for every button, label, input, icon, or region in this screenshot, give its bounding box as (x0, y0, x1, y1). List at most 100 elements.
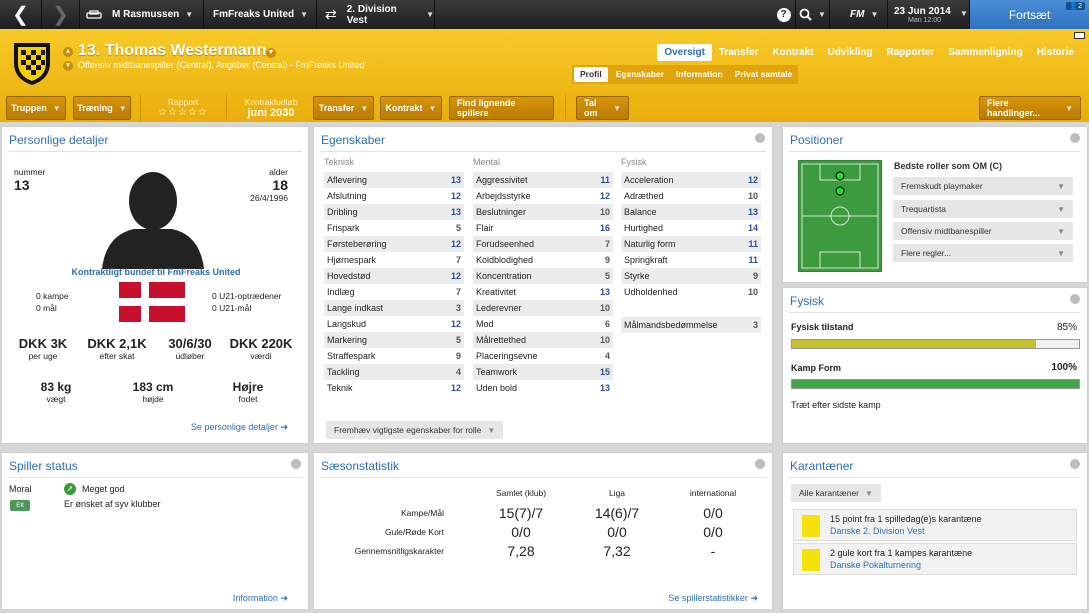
training-button[interactable]: Træning ▼ (73, 96, 131, 120)
more-roles-button[interactable]: Flere regler... ▼ (893, 244, 1073, 262)
panel-options-icon[interactable] (1070, 459, 1080, 469)
wage: DKK 3K per uge (18, 336, 68, 361)
attribute-row[interactable]: Hurtighed 14 (621, 220, 761, 236)
tab-rapporter[interactable]: Rapporter (880, 44, 942, 61)
panel-options-icon[interactable] (1070, 133, 1080, 143)
suspension-item[interactable]: 15 point fra 1 spilledag(e)s karantæne D… (793, 509, 1077, 541)
role-button[interactable]: Fremskudt playmaker ▼ (893, 177, 1073, 195)
attribute-value: 10 (599, 207, 610, 217)
panel-options-icon[interactable] (755, 459, 765, 469)
attribute-row[interactable]: Springkraft 11 (621, 252, 761, 268)
attribute-row[interactable]: Lange indkast 3 (324, 300, 464, 316)
attribute-row[interactable]: Afslutning 12 (324, 188, 464, 204)
contract-button[interactable]: Kontrakt ▼ (380, 96, 442, 120)
attribute-row[interactable]: Teamwork 15 (473, 364, 613, 380)
panel-options-icon[interactable] (291, 459, 301, 469)
attribute-row[interactable]: Førsteberøring 12 (324, 236, 464, 252)
player-stats-link[interactable]: Se spillerstatistikker ➜ (668, 593, 758, 604)
attribute-row[interactable]: Styrke 9 (621, 268, 761, 284)
personal-details-link[interactable]: Se personlige detaljer ➜ (191, 422, 288, 433)
continue-label: Fortsæt (1008, 7, 1051, 22)
tab-sammenligning[interactable]: Sammenligning (941, 44, 1029, 61)
name-dropdown-icon[interactable]: ▼ (266, 48, 276, 58)
stat-row-label: Gennemsnitligskarakter (354, 546, 444, 556)
sub-tabs: Profil Egenskaber Information Privat sam… (572, 65, 799, 84)
attribute-row[interactable]: Frispark 5 (324, 220, 464, 236)
attribute-row[interactable]: Forudseenhed 7 (473, 236, 613, 252)
attribute-row[interactable]: Dribling 13 (324, 204, 464, 220)
attribute-row[interactable]: Hovedstød 12 (324, 268, 464, 284)
back-button[interactable]: ❮ (0, 0, 42, 29)
find-similar-button[interactable]: Find lignende spillere (449, 96, 554, 120)
attribute-row[interactable]: Aflevering 13 (324, 172, 464, 188)
attribute-row[interactable]: Udholdenhed 10 (621, 284, 761, 300)
attribute-row[interactable]: Adræthed 10 (621, 188, 761, 204)
window-icon[interactable] (1074, 32, 1085, 39)
club-menu[interactable]: FmFreaks United ▼ (204, 0, 317, 29)
squad-button[interactable]: Truppen ▼ (6, 96, 66, 120)
suspension-competition[interactable]: Danske Pokalturnering (830, 560, 921, 570)
attribute-name: Koncentration (476, 271, 532, 281)
division-menu[interactable]: ⇄ 2. Division Vest ▼ (317, 0, 435, 29)
attribute-row[interactable]: Mod 6 (473, 316, 613, 332)
attribute-row[interactable]: Lederevner 10 (473, 300, 613, 316)
attribute-row[interactable]: Teknik 12 (324, 380, 464, 396)
attribute-row[interactable]: Flair 16 (473, 220, 613, 236)
player-info-icon[interactable]: ▲ (63, 47, 73, 57)
attribute-row[interactable]: Straffespark 9 (324, 348, 464, 364)
panel-options-icon[interactable] (755, 133, 765, 143)
manager-menu[interactable]: M Rasmussen ▼ (80, 0, 204, 29)
attribute-row[interactable]: Placeringsevne 4 (473, 348, 613, 364)
subtab-privat-samtale[interactable]: Privat samtale (729, 65, 799, 84)
continue-button[interactable]: Fortsæt 👤2 (970, 0, 1089, 29)
role-button[interactable]: Trequartista ▼ (893, 200, 1073, 218)
role-button[interactable]: Offensiv midtbanespiller ▼ (893, 222, 1073, 240)
suspension-item[interactable]: 2 gule kort fra 1 kampes karantæne Dansk… (793, 543, 1077, 575)
attribute-row[interactable]: Langskud 12 (324, 316, 464, 332)
attribute-row[interactable]: Aggressivitet 11 (473, 172, 613, 188)
tab-oversigt[interactable]: Oversigt (657, 44, 712, 61)
attribute-row[interactable]: Beslutninger 10 (473, 204, 613, 220)
tab-kontrakt[interactable]: Kontrakt (765, 44, 820, 61)
contract-status-link[interactable]: Kontraktligt bundet til FmFreaks United (2, 267, 310, 277)
attribute-row[interactable]: Koncentration 5 (473, 268, 613, 284)
information-link[interactable]: Information ➜ (233, 593, 288, 604)
date-display[interactable]: 23 Jun 2014 Man 12:00 (888, 0, 970, 29)
tab-historie[interactable]: Historie (1030, 44, 1081, 61)
highlight-attributes-button[interactable]: Fremhæv vigtigste egenskaber for rolle ▼ (326, 421, 504, 439)
panel-options-icon[interactable] (1070, 294, 1080, 304)
talk-button[interactable]: Tal om ▼ (576, 96, 629, 120)
subtab-profil[interactable]: Profil (574, 67, 608, 82)
subtab-egenskaber[interactable]: Egenskaber (610, 65, 670, 84)
tab-udvikling[interactable]: Udvikling (821, 44, 880, 61)
tab-transfer[interactable]: Transfer (712, 44, 765, 61)
subtab-information[interactable]: Information (670, 65, 729, 84)
attribute-row[interactable]: Naturlig form 11 (621, 236, 761, 252)
more-actions-button[interactable]: Flere handlinger... ▼ (979, 96, 1081, 120)
attribute-name: Mod (476, 319, 494, 329)
attribute-row[interactable]: Indlæg 7 (324, 284, 464, 300)
caret-down-icon: ▼ (426, 10, 434, 19)
search-button[interactable]: ▼ (796, 0, 830, 29)
attribute-row[interactable]: Markering 5 (324, 332, 464, 348)
player-toggle-icon[interactable]: ▼ (63, 61, 73, 71)
attribute-row[interactable]: Acceleration 12 (621, 172, 761, 188)
fm-menu[interactable]: FM ▼ (830, 0, 888, 29)
attribute-row[interactable]: Kreativitet 13 (473, 284, 613, 300)
help-button[interactable]: ? (772, 0, 796, 29)
attribute-name: Flair (476, 223, 494, 233)
suspension-filter[interactable]: Alle karantæner ▼ (791, 484, 881, 502)
attribute-row[interactable]: Arbejdsstyrke 12 (473, 188, 613, 204)
stat-value: 7,32 (603, 543, 631, 559)
attribute-row[interactable]: Hjørnespark 7 (324, 252, 464, 268)
attribute-row[interactable]: Balance 13 (621, 204, 761, 220)
transfer-button[interactable]: Transfer ▼ (313, 96, 374, 120)
forward-button[interactable]: ❯ (42, 0, 80, 29)
goalkeeper-rating: Målmandsbedømmelse 3 (621, 317, 761, 333)
attribute-row[interactable]: Målrettethed 10 (473, 332, 613, 348)
attribute-row[interactable]: Tackling 4 (324, 364, 464, 380)
stat-value: 15(7)/7 (498, 505, 544, 521)
attribute-row[interactable]: Koldblodighed 9 (473, 252, 613, 268)
attribute-row[interactable]: Uden bold 13 (473, 380, 613, 396)
suspension-competition[interactable]: Danske 2. Division Vest (830, 526, 925, 536)
